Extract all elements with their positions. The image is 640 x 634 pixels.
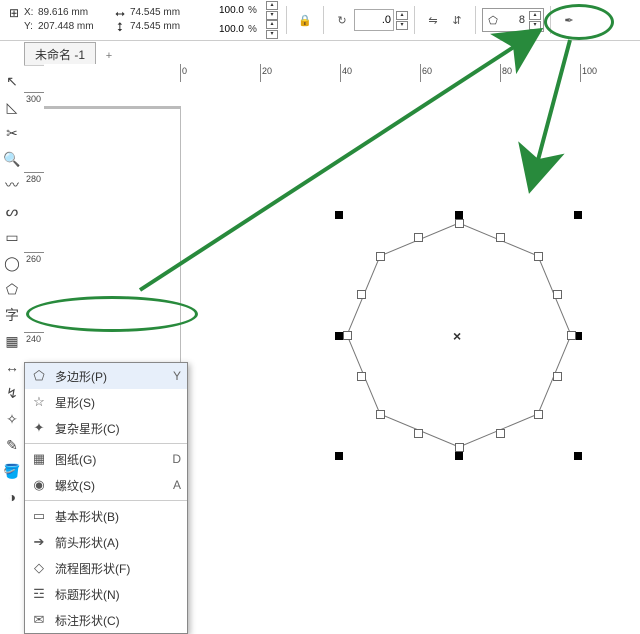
flyout-item-icon: ☲: [31, 586, 47, 602]
flyout-item-icon: ◇: [31, 560, 47, 576]
flyout-item[interactable]: ◇ 流程图形状(F): [25, 555, 187, 581]
flyout-item-label: 标注形状(C): [55, 612, 120, 629]
flyout-item-label: 标题形状(N): [55, 586, 120, 603]
annotation-arrows: [0, 0, 640, 555]
flyout-item-label: 流程图形状(F): [55, 560, 130, 577]
flyout-item-icon: ✉: [31, 612, 47, 628]
flyout-item[interactable]: ✉ 标注形状(C): [25, 607, 187, 633]
flyout-item[interactable]: ☲ 标题形状(N): [25, 581, 187, 607]
